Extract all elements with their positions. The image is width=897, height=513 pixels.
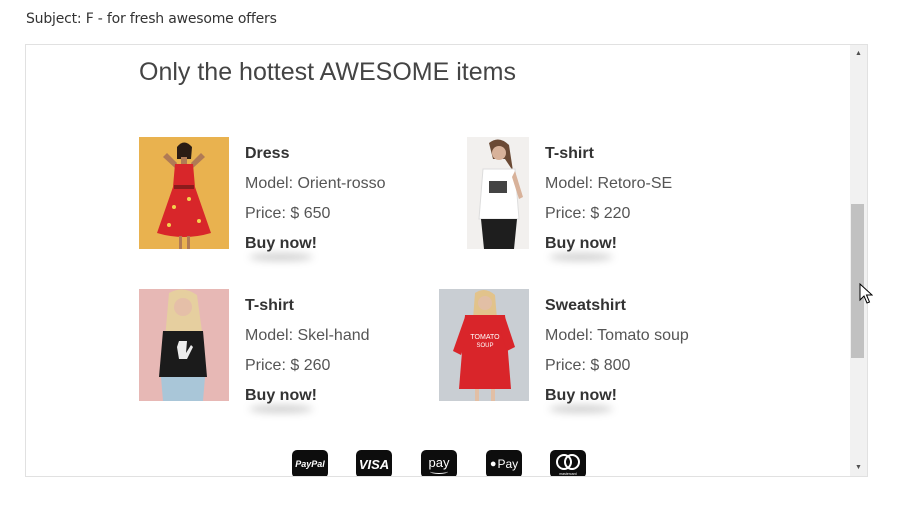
product-model: Model: Tomato soup bbox=[545, 327, 689, 344]
buy-now-button[interactable]: Buy now! bbox=[245, 387, 317, 405]
email-headline: Only the hottest AWESOME items bbox=[139, 58, 516, 86]
product-name: Dress bbox=[245, 145, 290, 162]
product-price: Price: $ 220 bbox=[545, 205, 631, 222]
buy-now-button[interactable]: Buy now! bbox=[545, 387, 617, 405]
mouse-cursor-icon bbox=[859, 283, 873, 304]
product-photo-tshirt-retoro[interactable] bbox=[467, 137, 529, 249]
product-photo-tshirt-skel[interactable] bbox=[139, 289, 229, 401]
email-preview[interactable]: Only the hottest AWESOME items Dress Mod… bbox=[25, 44, 868, 477]
product-name: T-shirt bbox=[245, 297, 294, 314]
product-card-tshirt-retoro: T-shirt Model: Retoro-SE Price: $ 220 Bu… bbox=[439, 137, 739, 252]
amazon-pay-icon: pay bbox=[421, 450, 457, 476]
buy-now-button[interactable]: Buy now! bbox=[245, 235, 317, 253]
paypal-icon: PayPal bbox=[292, 450, 328, 476]
product-card-sweatshirt: TOMATO SOUP Sweatshirt Model: Tomato sou… bbox=[439, 289, 739, 404]
product-name: T-shirt bbox=[545, 145, 594, 162]
product-name: Sweatshirt bbox=[545, 297, 626, 314]
product-price: Price: $ 800 bbox=[545, 357, 631, 374]
product-card-tshirt-skel: T-shirt Model: Skel-hand Price: $ 260 Bu… bbox=[139, 289, 439, 404]
svg-text:SOUP: SOUP bbox=[476, 343, 493, 349]
product-model: Model: Retoro-SE bbox=[545, 175, 673, 192]
product-price: Price: $ 260 bbox=[245, 357, 331, 374]
product-photo-dress[interactable] bbox=[139, 137, 229, 249]
scroll-up-arrow-icon[interactable]: ▲ bbox=[850, 45, 867, 62]
scrollbar-thumb[interactable] bbox=[851, 204, 864, 358]
visa-icon: VISA bbox=[356, 450, 392, 476]
vertical-scrollbar[interactable]: ▲ ▼ bbox=[850, 45, 867, 476]
mastercard-icon: mastercard bbox=[550, 450, 586, 476]
buy-now-button[interactable]: Buy now! bbox=[545, 235, 617, 253]
svg-text:mastercard: mastercard bbox=[559, 472, 577, 476]
svg-text:TOMATO: TOMATO bbox=[470, 334, 500, 341]
product-photo-sweatshirt[interactable]: TOMATO SOUP bbox=[439, 289, 529, 401]
apple-pay-icon: ● Pay bbox=[486, 450, 522, 476]
email-subject: Subject: F - for fresh awesome offers bbox=[26, 11, 277, 27]
product-card-dress: Dress Model: Orient-rosso Price: $ 650 B… bbox=[139, 137, 439, 252]
scroll-down-arrow-icon[interactable]: ▼ bbox=[850, 459, 867, 476]
product-model: Model: Skel-hand bbox=[245, 327, 370, 344]
product-model: Model: Orient-rosso bbox=[245, 175, 386, 192]
product-price: Price: $ 650 bbox=[245, 205, 331, 222]
